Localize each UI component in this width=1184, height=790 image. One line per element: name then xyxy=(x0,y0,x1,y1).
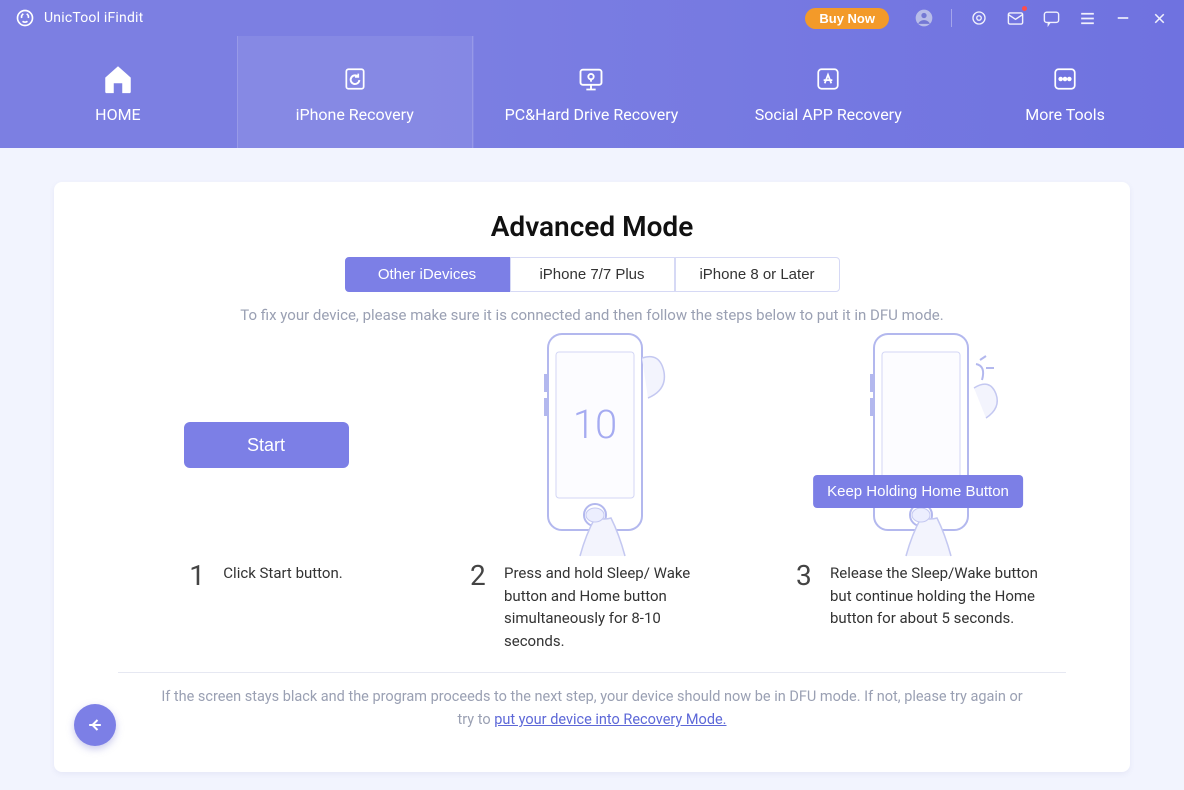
target-icon[interactable] xyxy=(968,7,990,29)
recovery-mode-link[interactable]: put your device into Recovery Mode. xyxy=(494,711,726,728)
nav-more-tools[interactable]: More Tools xyxy=(947,36,1184,148)
tab-iphone-7[interactable]: iPhone 7/7 Plus xyxy=(510,257,675,292)
close-icon[interactable] xyxy=(1148,7,1170,29)
home-icon xyxy=(100,61,136,97)
footer-note: If the screen stays black and the progra… xyxy=(88,685,1096,731)
nav-label: More Tools xyxy=(1025,105,1105,124)
app-title: UnicTool iFindit xyxy=(44,10,143,26)
profile-icon[interactable] xyxy=(913,7,935,29)
nav-label: iPhone Recovery xyxy=(296,105,414,124)
nav-iphone-recovery[interactable]: iPhone Recovery xyxy=(237,36,474,148)
tab-iphone-8[interactable]: iPhone 8 or Later xyxy=(675,257,840,292)
divider xyxy=(118,672,1066,673)
steps-row: Start 1 Click Start button. 10 xyxy=(88,328,1096,652)
back-button[interactable] xyxy=(74,704,116,746)
countdown-value: 10 xyxy=(573,401,617,448)
titlebar: UnicTool iFindit Buy Now xyxy=(0,0,1184,36)
phone-countdown-illustration: 10 xyxy=(492,328,692,562)
step-caption: Release the Sleep/Wake button but contin… xyxy=(830,562,1040,630)
nav-home[interactable]: HOME xyxy=(0,36,237,148)
start-button[interactable]: Start xyxy=(184,422,349,468)
app-logo-icon xyxy=(14,7,36,29)
titlebar-icons xyxy=(913,7,1170,29)
step-number: 2 xyxy=(470,562,492,590)
minimize-icon[interactable] xyxy=(1112,7,1134,29)
more-icon xyxy=(1047,61,1083,97)
chat-icon[interactable] xyxy=(1040,7,1062,29)
nav-label: PC&Hard Drive Recovery xyxy=(505,105,679,124)
mail-icon[interactable] xyxy=(1004,7,1026,29)
separator xyxy=(951,9,952,27)
content-area: Advanced Mode Other iDevices iPhone 7/7 … xyxy=(0,148,1184,780)
buy-now-button[interactable]: Buy Now xyxy=(805,8,889,29)
nav-label: HOME xyxy=(95,105,140,124)
arrow-left-icon xyxy=(85,715,105,735)
notification-dot xyxy=(1022,6,1027,11)
nav-label: Social APP Recovery xyxy=(755,105,902,124)
step-1-column: Start 1 Click Start button. xyxy=(108,328,424,652)
step-caption: Click Start button. xyxy=(223,562,342,585)
main-card: Advanced Mode Other iDevices iPhone 7/7 … xyxy=(54,182,1130,772)
appstore-icon xyxy=(810,61,846,97)
refresh-icon xyxy=(337,61,373,97)
page-title: Advanced Mode xyxy=(88,210,1096,243)
monitor-icon xyxy=(573,61,609,97)
phone-release-illustration xyxy=(818,328,1018,562)
instruction-text: To fix your device, please make sure it … xyxy=(88,306,1096,324)
step-2-column: 10 2 Press and hold Sleep/ Wake button a… xyxy=(434,328,750,652)
app-header: UnicTool iFindit Buy Now xyxy=(0,0,1184,148)
nav-pc-recovery[interactable]: PC&Hard Drive Recovery xyxy=(474,36,711,148)
nav-social-recovery[interactable]: Social APP Recovery xyxy=(710,36,947,148)
step-caption: Press and hold Sleep/ Wake button and Ho… xyxy=(504,562,714,652)
step-3-column: Keep Holding Home Button 3 Release the S… xyxy=(760,328,1076,652)
step-number: 3 xyxy=(796,562,818,590)
hamburger-menu-icon[interactable] xyxy=(1076,7,1098,29)
nav-bar: HOME iPhone Recovery PC&Hard Drive Recov… xyxy=(0,36,1184,148)
tab-other-idevices[interactable]: Other iDevices xyxy=(345,257,510,292)
device-tabs: Other iDevices iPhone 7/7 Plus iPhone 8 … xyxy=(88,257,1096,292)
keep-holding-label: Keep Holding Home Button xyxy=(813,475,1023,508)
step-number: 1 xyxy=(189,562,211,590)
